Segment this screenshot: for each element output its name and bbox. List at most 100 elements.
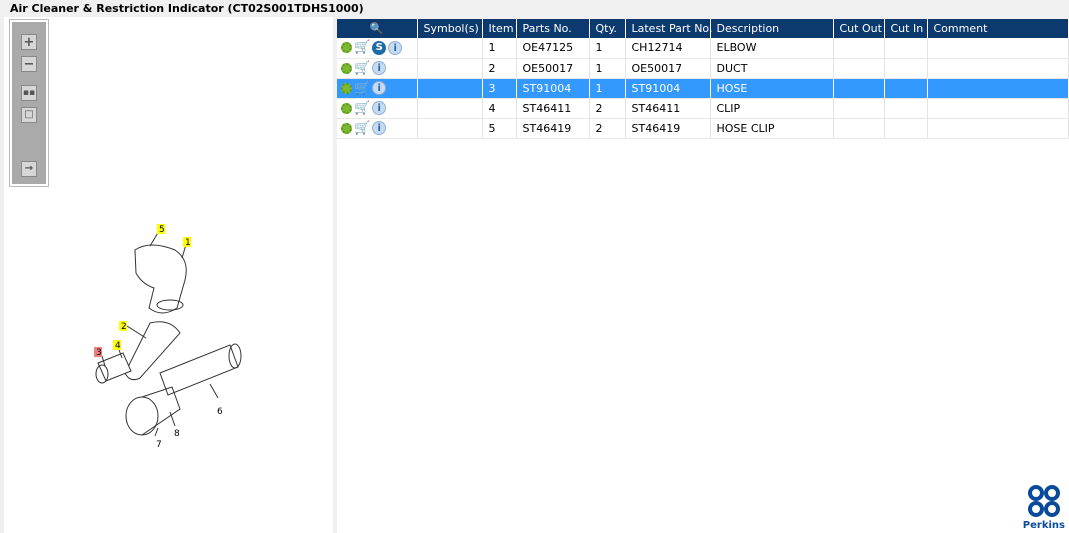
callout-6[interactable]: 6 [217,407,223,417]
cell-latest-part-no: CH12714 [625,38,711,59]
info-icon[interactable]: i [372,81,387,95]
cell-cut-in [884,38,928,59]
row-actions: 🛒 i [337,78,418,99]
table-row[interactable]: 🛒 i 2 OE50017 1 OE50017 DUCT [337,58,1069,79]
callout-8[interactable]: 8 [174,429,180,439]
cell-cut-in [884,118,928,139]
parts-diagram: 1 2 3 4 5 6 7 8 [94,224,242,450]
info-icon[interactable]: i [388,40,403,55]
cell-item: 5 [482,118,517,139]
cell-part-no: ST46419 [516,118,590,139]
gear-icon[interactable] [341,42,352,54]
zoom-in-button[interactable]: + [21,34,37,50]
col-description[interactable]: Description [710,19,834,38]
cell-qty: 2 [589,118,626,139]
col-cut-in[interactable]: Cut In [884,19,928,38]
cell-item: 2 [482,58,517,79]
col-item[interactable]: Item [482,19,517,38]
cell-description: CLIP [710,98,834,119]
callout-5[interactable]: 5 [159,225,165,235]
zoom-out-button[interactable]: − [21,56,37,72]
cell-comment [927,98,1069,119]
cell-part-no: OE50017 [516,58,590,79]
cell-symbols [417,78,483,99]
cart-icon[interactable]: 🛒 [354,61,370,76]
cell-qty: 1 [589,78,626,99]
cell-qty: 1 [589,58,626,79]
cell-symbols [417,118,483,139]
cell-comment [927,78,1069,99]
cell-latest-part-no: ST91004 [625,78,711,99]
row-actions: 🛒 i [337,118,418,139]
callout-2[interactable]: 2 [121,322,127,332]
gear-icon[interactable] [341,82,352,94]
cell-part-no: OE47125 [516,38,590,59]
info-icon[interactable]: i [372,121,387,135]
cell-symbols [417,38,483,59]
actual-size-button[interactable]: □ [21,107,37,123]
gear-icon[interactable] [341,62,352,74]
cell-description: HOSE [710,78,834,99]
gear-icon[interactable] [341,102,352,114]
cell-item: 4 [482,98,517,119]
cell-part-no: ST91004 [516,78,590,99]
cell-cut-out [833,78,885,99]
info-icon[interactable]: i [372,61,387,75]
cell-description: DUCT [710,58,834,79]
table-row[interactable]: 🛒 Si 1 OE47125 1 CH12714 ELBOW [337,38,1069,59]
cell-latest-part-no: OE50017 [625,58,711,79]
cell-symbols [417,58,483,79]
cell-comment [927,38,1069,59]
callout-4[interactable]: 4 [115,341,121,351]
find-in-drawing-icon[interactable]: 🔍 [337,19,418,38]
row-actions: 🛒 i [337,98,418,119]
cart-icon[interactable]: 🛒 [354,81,370,96]
perkins-logo-icon [1027,485,1060,517]
col-latest-part-no[interactable]: Latest Part No. [625,19,712,38]
cell-item: 1 [482,38,517,59]
cart-icon[interactable]: 🛒 [354,40,370,55]
viewer-toolbar: + − ▪▪ □ → [9,19,49,187]
fit-all-button[interactable]: ▪▪ [21,85,37,101]
parts-list-panel: 🔍 Symbol(s) Item Parts No. Qty. Latest P… [337,19,1069,533]
info-icon[interactable]: i [372,101,387,115]
cell-cut-out [833,58,885,79]
cell-cut-in [884,58,928,79]
col-comment[interactable]: Comment [927,19,1069,38]
cell-cut-out [833,98,885,119]
col-qty[interactable]: Qty. [589,19,626,38]
page-title: Air Cleaner & Restriction Indicator (CT0… [10,2,364,15]
table-row[interactable]: 🛒 i 4 ST46411 2 ST46411 CLIP [337,98,1069,119]
export-icon[interactable]: → [21,161,37,177]
cell-latest-part-no: ST46419 [625,118,711,139]
callout-7[interactable]: 7 [156,440,162,450]
parts-table: 🔍 Symbol(s) Item Parts No. Qty. Latest P… [337,19,1069,139]
cell-qty: 1 [589,38,626,59]
cell-cut-out [833,118,885,139]
cell-description: HOSE CLIP [710,118,834,139]
col-parts-no[interactable]: Parts No. [516,19,590,38]
table-row[interactable]: 🛒 i 3 ST91004 1 ST91004 HOSE [337,78,1069,99]
col-cut-out[interactable]: Cut Out [833,19,885,38]
cell-qty: 2 [589,98,626,119]
cell-comment [927,58,1069,79]
table-header: 🔍 Symbol(s) Item Parts No. Qty. Latest P… [337,19,1069,38]
cell-cut-in [884,78,928,99]
cart-icon[interactable]: 🛒 [354,101,370,116]
s-icon[interactable]: S [372,40,387,55]
cart-icon[interactable]: 🛒 [354,121,370,136]
callout-3[interactable]: 3 [96,348,102,358]
cell-part-no: ST46411 [516,98,590,119]
cell-symbols [417,98,483,119]
callout-1[interactable]: 1 [185,238,191,248]
cell-cut-in [884,98,928,119]
cell-comment [927,118,1069,139]
col-symbols[interactable]: Symbol(s) [417,19,483,38]
cell-description: ELBOW [710,38,834,59]
row-actions: 🛒 i [337,58,418,79]
gear-icon[interactable] [341,122,352,134]
perkins-logo: Perkins [1023,485,1065,531]
cell-item: 3 [482,78,517,99]
cell-cut-out [833,38,885,59]
table-row[interactable]: 🛒 i 5 ST46419 2 ST46419 HOSE CLIP [337,118,1069,139]
